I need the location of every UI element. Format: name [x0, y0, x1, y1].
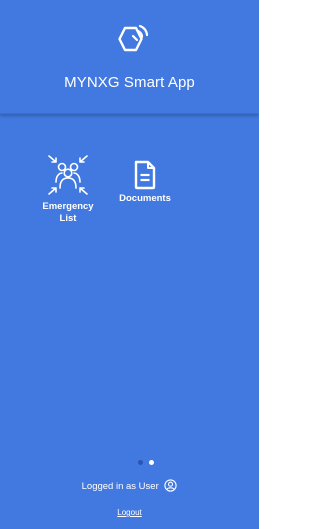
emergency-list-tile[interactable]: Emergency List	[36, 152, 100, 225]
app-screen: MYNXG Smart App Emergency List Documents…	[0, 0, 259, 529]
emergency-group-icon	[48, 155, 88, 195]
emergency-list-label: Emergency List	[42, 201, 94, 224]
page-dot-1[interactable]	[138, 460, 143, 465]
hexagon-nfc-logo-icon	[118, 24, 149, 52]
documents-label: Documents	[119, 193, 171, 204]
logged-in-text: Logged in as User	[81, 481, 159, 492]
logout-link[interactable]: Logout	[0, 508, 259, 517]
logged-in-status: Logged in as User	[0, 479, 259, 494]
app-title: MYNXG Smart App	[64, 74, 195, 91]
document-icon	[134, 160, 156, 190]
page-dot-2-active[interactable]	[149, 460, 154, 465]
app-header: MYNXG Smart App	[0, 0, 259, 114]
user-circle-icon	[164, 479, 178, 492]
documents-tile[interactable]: Documents	[115, 160, 175, 205]
